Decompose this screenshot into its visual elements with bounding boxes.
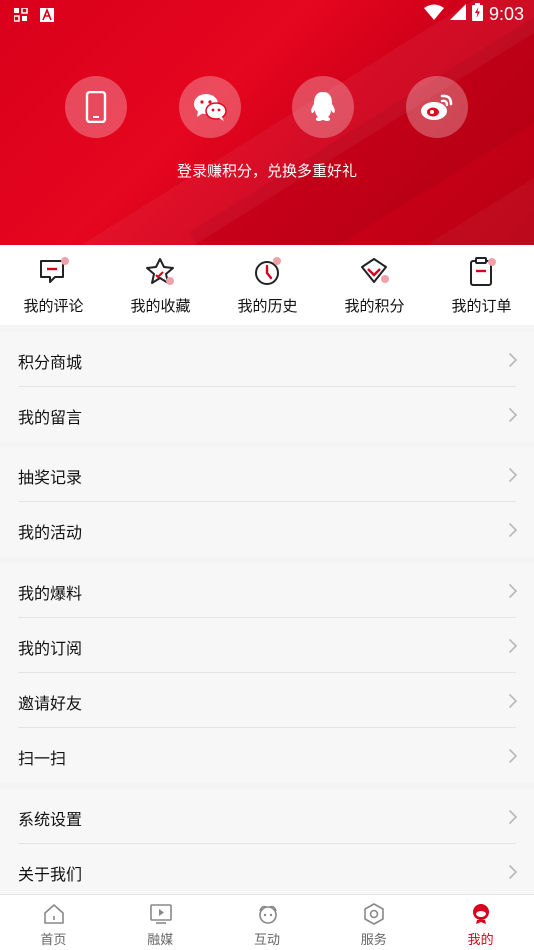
wifi-icon — [423, 4, 444, 24]
battery-icon — [471, 3, 483, 25]
wechat-icon — [194, 94, 227, 121]
my-comments-label: 我的评论 — [23, 297, 84, 315]
my-orders-label: 我的订单 — [451, 297, 512, 315]
menu-item-scan[interactable]: 扫一扫 — [0, 728, 534, 783]
weibo-icon — [421, 94, 453, 120]
tab-home[interactable]: 首页 — [0, 895, 107, 950]
media-icon — [149, 904, 172, 924]
my-favorites-label: 我的收藏 — [130, 297, 191, 315]
menu-item-label: 抽奖记录 — [18, 468, 83, 487]
tab-label: 首页 — [40, 933, 67, 948]
menu-item-label: 我的活动 — [18, 523, 83, 542]
login-prompt[interactable]: 登录赚积分，兑换多重好礼 — [0, 160, 534, 181]
quick-actions-bar: 我的评论 我的收藏 我的历史 我的积分 我的订单 — [0, 245, 534, 325]
tab-profile[interactable]: 我的 — [427, 895, 534, 950]
menu-item-system-settings[interactable]: 系统设置 — [0, 789, 534, 844]
chevron-right-icon — [508, 467, 518, 483]
tab-interact[interactable]: 互动 — [214, 895, 321, 950]
interact-icon — [258, 905, 277, 924]
signal-icon — [449, 4, 466, 24]
tab-label: 互动 — [253, 933, 280, 948]
my-favorites-button[interactable]: 我的收藏 — [107, 245, 214, 325]
chevron-right-icon — [508, 748, 518, 764]
menu-item-label: 我的爆料 — [18, 584, 83, 603]
menu-item-invite-friends[interactable]: 邀请好友 — [0, 673, 534, 728]
notification-grid-icon — [13, 7, 28, 26]
menu-item-label: 邀请好友 — [18, 694, 83, 713]
menu-item-label: 积分商城 — [18, 353, 83, 372]
wechat-login-button[interactable] — [179, 76, 241, 138]
tab-label: 我的 — [467, 933, 494, 948]
notification-a-icon — [40, 7, 54, 26]
weibo-login-button[interactable] — [406, 76, 468, 138]
my-history-label: 我的历史 — [237, 297, 298, 315]
chevron-right-icon — [508, 809, 518, 825]
profile-icon — [473, 904, 490, 924]
clock-icon — [255, 257, 281, 285]
menu-group-activities: 抽奖记录 我的活动 — [0, 447, 534, 557]
phone-icon — [85, 91, 107, 123]
home-icon — [44, 904, 64, 924]
bottom-tab-bar: 首页 融媒 互动 服务 我的 — [0, 894, 534, 950]
phone-login-button[interactable] — [65, 76, 127, 138]
chevron-right-icon — [508, 638, 518, 654]
tab-service[interactable]: 服务 — [320, 895, 427, 950]
menu-item-about-us[interactable]: 关于我们 — [0, 844, 534, 899]
my-history-button[interactable]: 我的历史 — [214, 245, 321, 325]
menu-group-tools: 我的爆料 我的订阅 邀请好友 扫一扫 — [0, 563, 534, 783]
chevron-right-icon — [508, 583, 518, 599]
menu-group-settings: 系统设置 关于我们 — [0, 789, 534, 899]
profile-header: 9:03 登录赚积分，兑换多重好礼 — [0, 0, 534, 245]
tab-media[interactable]: 融媒 — [107, 895, 214, 950]
qq-icon — [311, 92, 335, 121]
tab-label: 融媒 — [147, 933, 174, 948]
menu-item-points-mall[interactable]: 积分商城 — [0, 332, 534, 387]
menu-item-label: 系统设置 — [18, 810, 83, 829]
qq-login-button[interactable] — [292, 76, 354, 138]
menu-item-my-tips[interactable]: 我的爆料 — [0, 563, 534, 618]
tab-label: 服务 — [360, 933, 387, 948]
my-comments-button[interactable]: 我的评论 — [0, 245, 107, 325]
points-icon — [361, 258, 389, 283]
menu-item-my-subscriptions[interactable]: 我的订阅 — [0, 618, 534, 673]
chevron-right-icon — [508, 407, 518, 423]
menu-group-points: 积分商城 我的留言 — [0, 332, 534, 442]
menu-item-label: 扫一扫 — [18, 749, 67, 768]
my-points-button[interactable]: 我的积分 — [321, 245, 428, 325]
chevron-right-icon — [508, 864, 518, 880]
clock-time: 9:03 — [488, 3, 524, 24]
chevron-right-icon — [508, 352, 518, 368]
menu-item-label: 关于我们 — [18, 865, 83, 884]
comment-icon — [40, 257, 69, 283]
my-orders-button[interactable]: 我的订单 — [428, 245, 534, 325]
service-icon — [364, 903, 385, 925]
chevron-right-icon — [508, 522, 518, 538]
order-icon — [470, 257, 496, 286]
my-points-label: 我的积分 — [344, 297, 405, 315]
menu-item-lottery-records[interactable]: 抽奖记录 — [0, 447, 534, 502]
menu-item-my-activities[interactable]: 我的活动 — [0, 502, 534, 557]
menu-item-label: 我的订阅 — [18, 639, 83, 658]
menu-item-my-messages[interactable]: 我的留言 — [0, 387, 534, 442]
menu-item-label: 我的留言 — [18, 408, 83, 427]
status-bar: 9:03 — [0, 0, 534, 30]
star-icon — [146, 258, 174, 285]
chevron-right-icon — [508, 693, 518, 709]
